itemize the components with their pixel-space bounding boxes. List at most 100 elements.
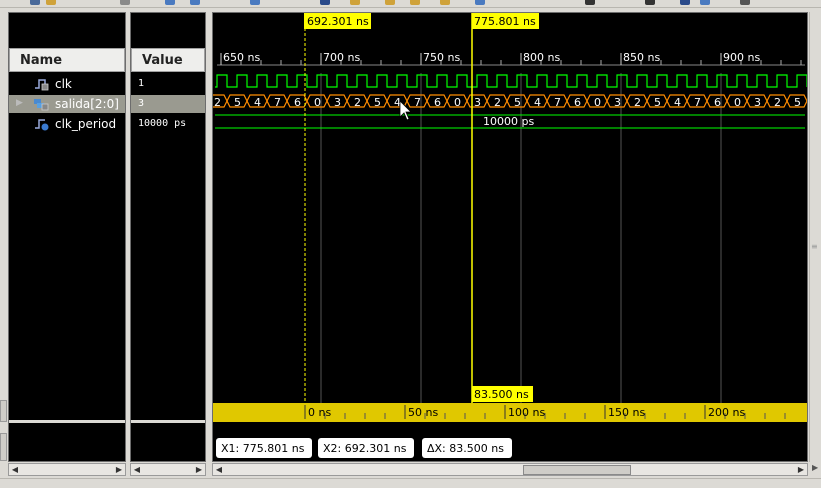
bus-value-label: 0 xyxy=(454,96,461,109)
signal-value: 10000 ps xyxy=(138,118,187,129)
ruler-tick-label: 700 ns xyxy=(323,51,360,64)
signal-name-panel: Name clk ▶ salida[2:0] clk_period xyxy=(8,12,126,462)
bus-value-label: 5 xyxy=(374,96,381,109)
x2-readout: X2: 692.301 ns xyxy=(323,442,407,455)
signal-row-clk-period[interactable]: clk_period xyxy=(9,115,125,133)
delta-tick-label: 100 ns xyxy=(508,406,545,419)
bus-value-label: 3 xyxy=(754,96,761,109)
toolbar-tool-icon[interactable] xyxy=(385,0,395,5)
horizontal-scrollbars: ◀ ▶ ◀ ▶ ◀ ▶ ▶ xyxy=(8,463,821,477)
x1-readout: X1: 775.801 ns xyxy=(221,442,305,455)
value-column-header[interactable]: Value xyxy=(131,48,205,72)
toolbar-tool-icon[interactable] xyxy=(320,0,330,5)
expand-arrow-icon[interactable]: ▶ xyxy=(16,98,23,108)
vertical-scrollbar[interactable]: ≡ xyxy=(809,12,821,462)
scroll-right-icon[interactable]: ▶ xyxy=(812,463,821,476)
delta-tick-label: 0 ns xyxy=(308,406,331,419)
waveform-scrollbar[interactable]: ◀ ▶ xyxy=(212,463,808,476)
bus-value-label: 7 xyxy=(274,96,281,109)
scroll-left-icon[interactable]: ◀ xyxy=(131,464,143,477)
bus-value-label: 7 xyxy=(554,96,561,109)
bus-value-label: 2 xyxy=(634,96,641,109)
waveform-view[interactable]: 650 ns 700 ns 750 ns 800 ns 850 ns 900 ns 254… xyxy=(212,12,808,462)
toolbar-tool-icon[interactable] xyxy=(700,0,710,5)
left-edge-bar xyxy=(0,8,7,478)
bit-signal-icon xyxy=(35,79,49,91)
toolbar-tool-icon[interactable] xyxy=(440,0,450,5)
bus-value-label: 4 xyxy=(534,96,541,109)
toolbar-tool-icon[interactable] xyxy=(680,0,690,5)
scroll-right-icon[interactable]: ▶ xyxy=(193,464,205,477)
scroll-right-icon[interactable]: ▶ xyxy=(795,464,807,477)
ruler-tick-label: 800 ns xyxy=(523,51,560,64)
bus-value-label: 0 xyxy=(314,96,321,109)
bus-value-label: 5 xyxy=(794,96,801,109)
clk-wave xyxy=(215,74,807,88)
bus-value-label: 7 xyxy=(414,96,421,109)
scroll-grip-icon: ≡ xyxy=(811,242,818,251)
toolbar-tool-icon[interactable] xyxy=(350,0,360,5)
scroll-thumb[interactable] xyxy=(523,465,631,475)
cursor-x1-time: 775.801 ns xyxy=(474,15,536,28)
ruler-tick-label: 900 ns xyxy=(723,51,760,64)
bus-value-label: 2 xyxy=(354,96,361,109)
signal-name: salida[2:0] xyxy=(55,97,119,111)
bus-value-label: 3 xyxy=(334,96,341,109)
bus-value-label: 0 xyxy=(594,96,601,109)
toolbar-tool-icon[interactable] xyxy=(120,0,130,5)
ruler-tick-label: 850 ns xyxy=(623,51,660,64)
bus-value-label: 6 xyxy=(294,96,301,109)
toolbar-tool-icon[interactable] xyxy=(190,0,200,5)
toolbar-tool-icon[interactable] xyxy=(585,0,595,5)
bus-value-label: 4 xyxy=(254,96,261,109)
ruler-tick-label: 750 ns xyxy=(423,51,460,64)
delta-tick-label: 200 ns xyxy=(708,406,745,419)
bus-value-label: 3 xyxy=(614,96,621,109)
toolbar xyxy=(0,0,821,8)
collapse-handle[interactable] xyxy=(0,433,7,461)
toolbar-tool-icon[interactable] xyxy=(250,0,260,5)
name-column-header[interactable]: Name xyxy=(9,48,125,72)
signal-value-panel: Value 1 3 10000 ps xyxy=(130,12,206,462)
delta-tick-label: 50 ns xyxy=(408,406,438,419)
name-header-label: Name xyxy=(20,53,63,68)
toolbar-tool-icon[interactable] xyxy=(475,0,485,5)
scroll-right-icon[interactable]: ▶ xyxy=(113,464,125,477)
scroll-left-icon[interactable]: ◀ xyxy=(9,464,21,477)
toolbar-tool-icon[interactable] xyxy=(30,0,40,5)
name-panel-scrollbar[interactable]: ◀ ▶ xyxy=(8,463,126,476)
value-header-label: Value xyxy=(142,53,183,68)
bus-value-label: 4 xyxy=(674,96,681,109)
clk-period-label: 10000 ps xyxy=(483,115,534,128)
bus-value-label: 2 xyxy=(494,96,501,109)
toolbar-tool-icon[interactable] xyxy=(740,0,750,5)
bus-value-label: 2 xyxy=(214,96,221,109)
panel-separator xyxy=(131,420,205,423)
bus-value-label: 6 xyxy=(434,96,441,109)
signal-row-salida[interactable]: ▶ salida[2:0] xyxy=(9,95,125,113)
toolbar-tool-icon[interactable] xyxy=(165,0,175,5)
value-panel-scrollbar[interactable]: ◀ ▶ xyxy=(130,463,206,476)
bus-value-label: 2 xyxy=(774,96,781,109)
signal-name: clk xyxy=(55,77,72,91)
dx-readout: ΔX: 83.500 ns xyxy=(427,442,504,455)
status-strip xyxy=(0,478,821,488)
bus-value-label: 3 xyxy=(474,96,481,109)
delta-tick-label: 150 ns xyxy=(608,406,645,419)
bus-value-label: 6 xyxy=(714,96,721,109)
delta-time: 83.500 ns xyxy=(474,388,529,401)
bus-value-label: 5 xyxy=(514,96,521,109)
toolbar-tool-icon[interactable] xyxy=(410,0,420,5)
bus-value-label: 0 xyxy=(734,96,741,109)
cursor-x2-time: 692.301 ns xyxy=(307,15,369,28)
panel-separator xyxy=(9,420,125,423)
toolbar-tool-icon[interactable] xyxy=(645,0,655,5)
waveform-canvas[interactable]: 650 ns 700 ns 750 ns 800 ns 850 ns 900 ns 254… xyxy=(213,13,808,462)
scroll-left-icon[interactable]: ◀ xyxy=(213,464,225,477)
bus-value-label: 5 xyxy=(654,96,661,109)
bus-value-label: 6 xyxy=(574,96,581,109)
bus-value-label: 5 xyxy=(234,96,241,109)
collapse-handle[interactable] xyxy=(0,400,7,422)
toolbar-tool-icon[interactable] xyxy=(46,0,56,5)
signal-row-clk[interactable]: clk xyxy=(9,75,125,93)
